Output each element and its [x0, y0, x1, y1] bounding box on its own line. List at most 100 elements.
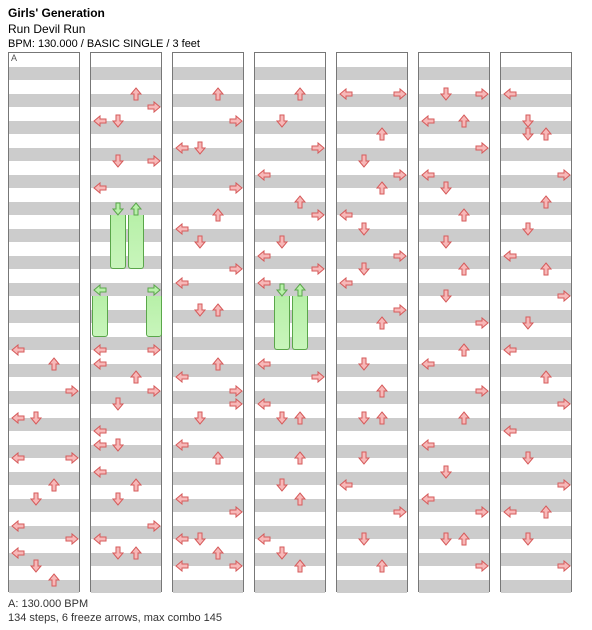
arrow-up-icon [456, 261, 472, 277]
arrow-up-icon [538, 194, 554, 210]
arrow-up-icon [456, 410, 472, 426]
arrow-up-icon [456, 342, 472, 358]
arrow-right-icon [556, 167, 572, 183]
arrow-down-icon [28, 410, 44, 426]
arrow-left-icon [92, 437, 108, 453]
arrow-down-icon [356, 261, 372, 277]
arrow-down-icon [192, 302, 208, 318]
arrow-up-icon [210, 86, 226, 102]
arrow-up-icon [538, 369, 554, 385]
arrow-right-icon [474, 86, 490, 102]
chart-column [90, 52, 162, 592]
arrow-down-icon [192, 140, 208, 156]
arrow-right-icon [474, 558, 490, 574]
arrow-right-icon [474, 383, 490, 399]
artist-name: Girls' Generation [8, 6, 584, 20]
arrow-right-icon [310, 207, 326, 223]
arrow-left-icon [502, 342, 518, 358]
freeze-arrow [110, 215, 126, 269]
arrow-down-icon [274, 477, 290, 493]
chart-column: A [8, 52, 80, 592]
arrow-right-icon [310, 369, 326, 385]
arrow-left-icon [10, 342, 26, 358]
arrow-up-icon [374, 315, 390, 331]
arrow-up-icon [128, 545, 144, 561]
arrow-right-icon [228, 558, 244, 574]
arrow-down-icon [110, 545, 126, 561]
chart-column [172, 52, 244, 592]
arrow-right-icon [392, 167, 408, 183]
arrow-right-icon [146, 383, 162, 399]
arrow-left-icon [502, 423, 518, 439]
arrow-right-icon [228, 261, 244, 277]
arrow-right-icon [392, 86, 408, 102]
arrow-left-icon [420, 437, 436, 453]
arrow-right-icon [228, 113, 244, 129]
arrow-right-icon [228, 396, 244, 412]
freeze-arrow [128, 215, 144, 269]
arrow-up-icon [374, 126, 390, 142]
arrow-left-icon [420, 356, 436, 372]
freeze-arrow [274, 296, 290, 350]
arrow-down-icon [356, 531, 372, 547]
arrow-right-icon [146, 99, 162, 115]
arrow-right-icon [228, 504, 244, 520]
arrow-down-icon [110, 153, 126, 169]
arrow-right-icon [310, 140, 326, 156]
arrow-up-icon [128, 477, 144, 493]
arrow-down-icon [274, 545, 290, 561]
arrow-left-icon [10, 518, 26, 534]
chart-column [254, 52, 326, 592]
arrow-left-icon [338, 86, 354, 102]
arrow-down-icon [192, 531, 208, 547]
arrow-left-icon [92, 464, 108, 480]
arrow-up-icon [210, 302, 226, 318]
arrow-down-icon [356, 450, 372, 466]
arrow-up-icon [292, 194, 308, 210]
arrow-down-icon [438, 464, 454, 480]
arrow-up-icon [374, 558, 390, 574]
arrow-right-icon [392, 504, 408, 520]
arrow-up-icon [46, 477, 62, 493]
arrow-right-icon [146, 518, 162, 534]
arrow-left-icon [502, 248, 518, 264]
arrow-left-icon [420, 167, 436, 183]
arrow-down-icon [520, 221, 536, 237]
freeze-arrow [292, 296, 308, 350]
arrow-left-icon [256, 396, 272, 412]
arrow-down-icon [110, 437, 126, 453]
chart-column [418, 52, 490, 592]
arrow-down-icon [438, 288, 454, 304]
arrow-right-icon [228, 180, 244, 196]
arrow-down-icon [110, 113, 126, 129]
arrow-left-icon [92, 356, 108, 372]
arrow-left-icon [92, 113, 108, 129]
arrow-up-icon [128, 369, 144, 385]
arrow-left-icon [256, 275, 272, 291]
arrow-left-icon [174, 437, 190, 453]
arrow-left-icon [338, 477, 354, 493]
arrow-down-icon [28, 491, 44, 507]
arrow-up-icon [210, 356, 226, 372]
arrow-left-icon [420, 491, 436, 507]
arrow-up-icon [456, 113, 472, 129]
arrow-right-icon [556, 396, 572, 412]
arrow-up-icon [210, 207, 226, 223]
arrow-left-icon [10, 450, 26, 466]
freeze-arrow [146, 296, 162, 337]
arrow-up-icon [46, 356, 62, 372]
chart-meta: BPM: 130.000 / BASIC SINGLE / 3 feet [8, 38, 584, 50]
arrow-up-icon [538, 261, 554, 277]
arrow-left-icon [10, 545, 26, 561]
arrow-up-icon [128, 86, 144, 102]
chart-column [336, 52, 408, 592]
arrow-right-icon [146, 342, 162, 358]
arrow-down-icon [274, 113, 290, 129]
arrow-down-icon [274, 410, 290, 426]
arrow-left-icon [174, 558, 190, 574]
arrow-down-icon [356, 410, 372, 426]
arrow-right-icon [64, 531, 80, 547]
arrow-left-icon [10, 410, 26, 426]
arrow-up-icon [292, 491, 308, 507]
arrow-up-icon [374, 383, 390, 399]
